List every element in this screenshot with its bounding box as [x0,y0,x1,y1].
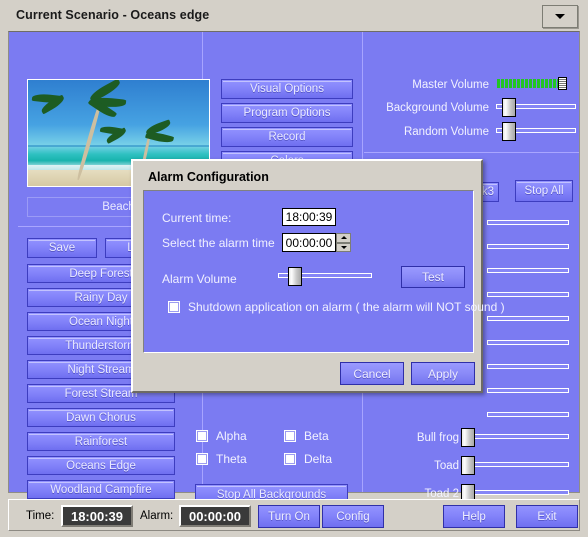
current-time-value: 18:00:39 [282,208,336,226]
background-volume-label: Background Volume [386,102,489,114]
checkbox-alpha[interactable] [196,430,208,442]
separator-right-top [364,152,579,153]
title-bar: Current Scenario - Oceans edge [0,0,588,32]
sound-slider-8[interactable] [487,384,569,398]
slider-thumb[interactable] [502,122,516,141]
alarm-configuration-dialog: Alarm Configuration Current time: 18:00:… [131,159,505,393]
palm-frond [145,130,175,145]
slider-track [487,412,569,417]
slider-track [461,490,569,495]
status-alarm-value: 00:00:00 [179,505,251,527]
config-button[interactable]: Config [322,505,384,528]
sound-slider-toad[interactable] [461,456,569,475]
preset-button-oceans-edge[interactable]: Oceans Edge [27,456,175,475]
sound-slider-3[interactable] [487,264,569,278]
slider-track [487,244,569,249]
sound-slider-6[interactable] [487,336,569,350]
horizon-line [28,144,209,147]
dialog-body: Current time: 18:00:39 Select the alarm … [143,190,505,353]
sound-slider-bull-frog[interactable] [461,428,569,447]
status-time-value: 18:00:39 [61,505,133,527]
master-volume-label: Master Volume [412,79,489,91]
bull-frog-label: Bull frog [416,432,459,444]
program-options-button[interactable]: Program Options [221,103,353,123]
apply-button[interactable]: Apply [411,362,475,385]
slider-thumb[interactable] [461,456,475,475]
alarm-time-input[interactable]: 00:00:00 [282,233,336,252]
alarm-volume-slider[interactable] [278,267,372,286]
sound-slider-9[interactable] [487,408,569,422]
stop-all-button[interactable]: Stop All [515,180,573,202]
chevron-down-icon [555,14,565,19]
slider-track [487,220,569,225]
chevron-up-icon [340,236,347,240]
alarm-time-label: Select the alarm time [162,236,275,250]
cancel-button[interactable]: Cancel [340,362,404,385]
slider-track [487,268,569,273]
checkbox-beta[interactable] [284,430,296,442]
master-volume-meter[interactable] [497,77,567,90]
save-button[interactable]: Save [27,238,97,258]
slider-track [487,364,569,369]
turn-on-button[interactable]: Turn On [258,505,320,528]
status-time-label: Time: [26,510,55,522]
status-bar: Time: 18:00:39 Alarm: 00:00:00 Turn On C… [8,499,580,531]
shutdown-on-alarm-checkbox[interactable] [168,301,180,313]
slider-track [487,340,569,345]
chevron-down-icon [340,245,347,249]
preset-button-dawn-chorus[interactable]: Dawn Chorus [27,408,175,427]
slider-thumb[interactable] [502,98,516,117]
sound-slider-1[interactable] [487,216,569,230]
preset-button-rainforest[interactable]: Rainforest [27,432,175,451]
checkbox-delta[interactable] [284,453,296,465]
alarm-time-spinner[interactable] [336,233,351,252]
master-volume-thumb[interactable] [558,77,567,90]
slider-track [461,462,569,467]
random-volume-slider[interactable] [496,122,576,141]
checkbox-theta[interactable] [196,453,208,465]
visual-options-button[interactable]: Visual Options [221,79,353,99]
preset-button-woodland-campfire[interactable]: Woodland Campfire [27,480,175,499]
toad-label: Toad [434,460,459,472]
background-volume-slider[interactable] [496,98,576,117]
spinner-down-button[interactable] [336,242,351,252]
slider-track [487,388,569,393]
slider-track [487,292,569,297]
sound-slider-2[interactable] [487,240,569,254]
page-title: Current Scenario - Oceans edge [16,8,210,22]
test-button[interactable]: Test [401,266,465,288]
status-alarm-label: Alarm: [140,510,174,522]
spinner-up-button[interactable] [336,233,351,243]
scenario-dropdown-button[interactable] [542,5,578,28]
application-window: Current Scenario - Oceans edge Beach Sav… [0,0,588,537]
current-time-label: Current time: [162,211,232,225]
sound-slider-7[interactable] [487,360,569,374]
alarm-volume-label: Alarm Volume [162,272,237,286]
slider-track [487,316,569,321]
label-beta: Beta [304,429,329,443]
dialog-title: Alarm Configuration [148,170,269,184]
record-button[interactable]: Record [221,127,353,147]
label-alpha: Alpha [216,429,247,443]
label-delta: Delta [304,452,333,466]
slider-thumb[interactable] [288,267,302,286]
random-volume-label: Random Volume [403,126,489,138]
label-theta: Theta [216,452,247,466]
shutdown-on-alarm-label: Shutdown application on alarm ( the alar… [188,300,505,314]
exit-button[interactable]: Exit [516,505,578,528]
slider-thumb[interactable] [461,428,475,447]
slider-track [461,434,569,439]
sound-slider-5[interactable] [487,312,569,326]
help-button[interactable]: Help [443,505,505,528]
